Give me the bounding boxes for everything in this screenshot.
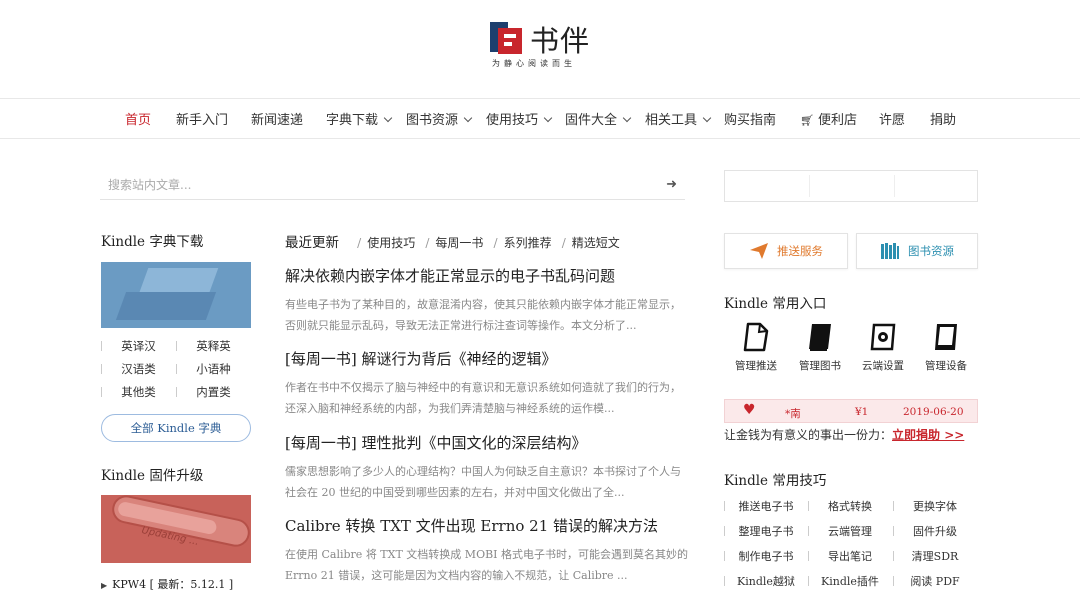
triangle-right-icon: ▶ bbox=[101, 581, 108, 590]
article-title[interactable]: [每周一书] 理性批判《中国文化的深层结构》 bbox=[285, 432, 690, 453]
tip-link[interactable]: 制作电子书 bbox=[724, 548, 808, 564]
tab-weekly-book[interactable]: 每周一书 bbox=[435, 236, 483, 250]
entry-manage-books[interactable]: 管理图书 bbox=[790, 322, 850, 373]
main-nav: 首页 新手入门 新闻速递 字典下载 图书资源 使用技巧 固件大全 相关工具 购买… bbox=[0, 98, 1080, 139]
books-icon bbox=[881, 243, 899, 259]
article-title[interactable]: 解决依赖内嵌字体才能正常显示的电子书乱码问题 bbox=[285, 265, 690, 286]
donate-prompt: 让金钱为有意义的事出一份力：立即捐助 >> bbox=[724, 428, 965, 442]
chevron-down-icon bbox=[383, 113, 393, 123]
dict-link-builtin[interactable]: 内置类 bbox=[176, 384, 251, 400]
nav-item-wish[interactable]: 许愿 bbox=[879, 109, 905, 128]
dict-link-en-zh[interactable]: 英译汉 bbox=[101, 338, 176, 354]
nav-item-tools[interactable]: 相关工具 bbox=[645, 109, 712, 128]
donor-name: *南 bbox=[785, 408, 801, 420]
paper-plane-icon bbox=[750, 243, 768, 259]
article-title[interactable]: [每周一书] 解谜行为背后《神经的逻辑》 bbox=[285, 348, 690, 369]
donation-date: 2019-06-20 bbox=[903, 406, 964, 418]
tab-short-essays[interactable]: 精选短文 bbox=[572, 236, 620, 250]
kindle-device-icon bbox=[935, 324, 957, 350]
document-icon bbox=[743, 322, 769, 352]
entry-section-title: Kindle 常用入口 bbox=[724, 296, 827, 312]
article-summary: 在使用 Calibre 将 TXT 文档转换成 MOBI 格式电子书时，可能会遇… bbox=[285, 548, 689, 582]
tip-link[interactable]: 推送电子书 bbox=[724, 498, 808, 514]
chevron-down-icon bbox=[543, 113, 553, 123]
tip-link[interactable]: 整理电子书 bbox=[724, 523, 808, 539]
site-slogan: 为静心阅读而生 bbox=[492, 59, 576, 68]
logo-mark-icon bbox=[490, 22, 524, 56]
nav-item-news[interactable]: 新闻速递 bbox=[251, 109, 303, 128]
article-tabs: 最近更新 / 使用技巧 / 每周一书 / 系列推荐 / 精选短文 bbox=[285, 235, 620, 251]
entry-cloud-settings[interactable]: 云端设置 bbox=[853, 322, 913, 373]
push-service-button[interactable]: 推送服务 bbox=[724, 233, 848, 269]
search-bar: ➜ bbox=[100, 172, 685, 200]
book-resources-button[interactable]: 图书资源 bbox=[856, 233, 978, 269]
dict-link-chinese[interactable]: 汉语类 bbox=[101, 361, 176, 377]
search-submit-arrow-icon[interactable]: ➜ bbox=[666, 177, 677, 192]
nav-item-home[interactable]: 首页 bbox=[125, 109, 151, 128]
donation-amount: ¥1 bbox=[855, 406, 869, 418]
tab-tips[interactable]: 使用技巧 bbox=[367, 236, 415, 250]
tip-link[interactable]: 格式转换 bbox=[808, 498, 892, 514]
firmware-section-title: Kindle 固件升级 bbox=[101, 468, 204, 484]
dict-banner-image[interactable] bbox=[101, 262, 251, 328]
chevron-down-icon bbox=[702, 113, 712, 123]
all-dict-button[interactable]: 全部 Kindle 字典 bbox=[101, 414, 251, 442]
tips-section-title: Kindle 常用技巧 bbox=[724, 473, 827, 489]
nav-item-books[interactable]: 图书资源 bbox=[406, 109, 473, 128]
tip-link[interactable]: 导出笔记 bbox=[808, 548, 892, 564]
site-name: 书伴 bbox=[530, 24, 591, 58]
tip-link[interactable]: 云端管理 bbox=[808, 523, 892, 539]
heart-icon: ♥ bbox=[743, 402, 756, 418]
article-item: [每周一书] 理性批判《中国文化的深层结构》 儒家思想影响了多少人的心理结构？中… bbox=[285, 432, 690, 503]
dict-section-title: Kindle 字典下载 bbox=[101, 234, 204, 250]
tip-link[interactable]: 清理SDR bbox=[893, 548, 977, 564]
tip-link[interactable]: 固件升级 bbox=[893, 523, 977, 539]
tip-link[interactable]: 更换字体 bbox=[893, 498, 977, 514]
tip-link[interactable]: 阅读 PDF bbox=[893, 573, 977, 589]
article-summary: 儒家思想影响了多少人的心理结构？中国人为何缺乏自主意识？本书探讨了个人与社会在 … bbox=[285, 465, 681, 499]
cart-icon: 🛒︎ bbox=[800, 114, 814, 127]
search-input[interactable] bbox=[100, 172, 640, 198]
firmware-banner-image[interactable]: Updating ... bbox=[101, 495, 251, 563]
nav-item-tips[interactable]: 使用技巧 bbox=[486, 109, 553, 128]
nav-item-dictionaries[interactable]: 字典下载 bbox=[326, 109, 393, 128]
nav-item-buying-guide[interactable]: 购买指南 bbox=[724, 109, 776, 128]
article-item: Calibre 转换 TXT 文件出现 Errno 21 错误的解决方法 在使用… bbox=[285, 515, 690, 586]
nav-item-beginner[interactable]: 新手入门 bbox=[176, 109, 228, 128]
latest-donation-row: ♥ *南 ¥1 2019-06-20 bbox=[724, 399, 978, 423]
tip-link[interactable]: Kindle插件 bbox=[808, 573, 892, 589]
right-top-box bbox=[724, 170, 978, 202]
nav-item-firmware[interactable]: 固件大全 bbox=[565, 109, 632, 128]
tab-series[interactable]: 系列推荐 bbox=[504, 236, 552, 250]
article-item: 解决依赖内嵌字体才能正常显示的电子书乱码问题 有些电子书为了某种目的，故意混淆内… bbox=[285, 265, 690, 336]
chevron-down-icon bbox=[622, 113, 632, 123]
article-item: [每周一书] 解谜行为背后《神经的逻辑》 作者在书中不仅揭示了脑与神经中的有意识… bbox=[285, 348, 690, 419]
nav-item-donate[interactable]: 捐助 bbox=[930, 109, 956, 128]
dict-link-en-en[interactable]: 英释英 bbox=[176, 338, 251, 354]
article-summary: 有些电子书为了某种目的，故意混淆内容，使其只能依赖内嵌字体才能正常显示，否则就只… bbox=[285, 298, 681, 332]
firmware-item[interactable]: ▶ KPW4 [ 最新：5.12.1 ] bbox=[101, 576, 233, 592]
chevron-down-icon bbox=[463, 113, 473, 123]
book-icon bbox=[809, 324, 831, 351]
cloud-settings-icon bbox=[870, 323, 896, 351]
entry-manage-push[interactable]: 管理推送 bbox=[726, 322, 786, 373]
nav-item-store[interactable]: 🛒︎ 便利店 bbox=[800, 109, 857, 128]
dict-link-minor-languages[interactable]: 小语种 bbox=[176, 361, 251, 377]
site-logo[interactable]: 书伴 bbox=[490, 18, 590, 60]
article-title[interactable]: Calibre 转换 TXT 文件出现 Errno 21 错误的解决方法 bbox=[285, 515, 690, 536]
tip-link[interactable]: Kindle越狱 bbox=[724, 573, 808, 589]
entry-manage-devices[interactable]: 管理设备 bbox=[916, 322, 976, 373]
tab-recent[interactable]: 最近更新 bbox=[285, 235, 339, 251]
article-summary: 作者在书中不仅揭示了脑与神经中的有意识和无意识系统如何造就了我们的行为，还深入脑… bbox=[285, 381, 681, 415]
dict-link-other[interactable]: 其他类 bbox=[101, 384, 176, 400]
donate-now-link[interactable]: 立即捐助 >> bbox=[892, 428, 964, 442]
